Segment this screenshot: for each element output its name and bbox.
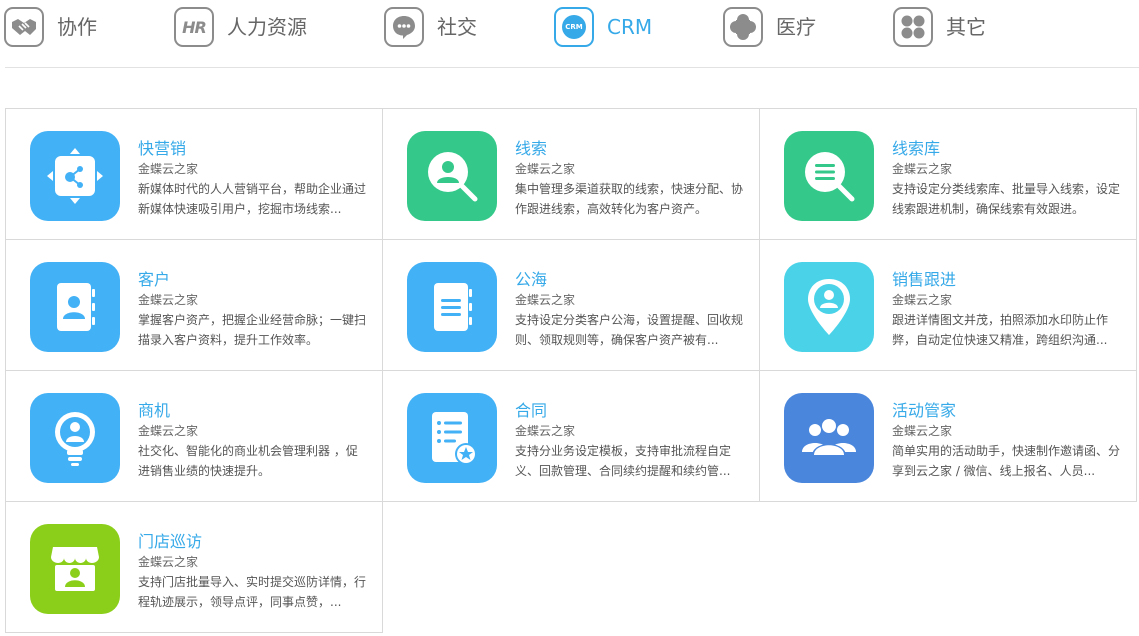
app-description: 支持分业务设定模板，支持审批流程自定义、回款管理、合同续约提醒和续约管... [515,444,732,478]
crm-icon-text: CRM [562,15,586,39]
tab-label: 其它 [946,15,986,39]
app-card-contracts[interactable]: 合同 金蝶云之家 支持分业务设定模板，支持审批流程自定义、回款管理、合同续约提醒… [382,370,760,502]
app-card-quick-marketing[interactable]: 快营销 金蝶云之家 新媒体时代的人人营销平台，帮助企业通过新媒体快速吸引用户，挖… [5,108,383,240]
contract-star-icon [407,393,497,483]
share-nodes-icon [30,131,120,221]
crm-icon: CRM [554,7,594,47]
app-name: 合同 [515,401,548,420]
app-description: 掌握客户资产，把握企业经营命脉；一键扫描录入客户资料，提升工作效率。 [138,313,366,347]
app-name: 销售跟进 [892,270,957,289]
four-dots-icon [893,7,933,47]
contact-book-icon [30,262,120,352]
hr-icon: HR [174,7,214,47]
app-card-lead-pool[interactable]: 线索库 金蝶云之家 支持设定分类线索库、批量导入线索，设定线索跟进机制，确保线索… [759,108,1137,240]
handshake-icon [4,7,44,47]
category-tabs: 协作 HR 人力资源 社交 CRM CRM 医疗 其它 [0,0,1139,68]
app-description: 简单实用的活动助手，快速制作邀请函、分享到云之家 / 微信、线上报名、人员... [892,444,1120,478]
app-description: 社交化、智能化的商业机会管理利器 ，促进销售业绩的快速提升。 [138,444,358,478]
search-person-icon [407,131,497,221]
app-card-event-manager[interactable]: 活动管家 金蝶云之家 简单实用的活动助手，快速制作邀请函、分享到云之家 / 微信… [759,370,1137,502]
tab-other[interactable]: 其它 [893,7,986,47]
app-description: 新媒体时代的人人营销平台，帮助企业通过新媒体快速吸引用户，挖掘市场线索... [138,182,366,216]
tab-label: 人力资源 [227,15,307,39]
app-vendor: 金蝶云之家 [892,424,953,438]
app-card-public-pool[interactable]: 公海 金蝶云之家 支持设定分类客户公海，设置提醒、回收规则、领取规则等，确保客户… [382,239,760,371]
app-name: 客户 [138,270,171,289]
app-name: 活动管家 [892,401,957,420]
app-vendor: 金蝶云之家 [138,162,199,176]
app-vendor: 金蝶云之家 [892,162,953,176]
app-description: 跟进详情图文并茂，拍照添加水印防止作弊，自动定位快速又精准，跨组织沟通... [892,313,1109,347]
medical-cross-icon [723,7,763,47]
tab-collaboration[interactable]: 协作 [4,7,97,47]
app-description: 支持设定分类线索库、批量导入线索，设定线索跟进机制，确保线索有效跟进。 [892,182,1120,216]
notebook-icon [407,262,497,352]
app-card-leads[interactable]: 线索 金蝶云之家 集中管理多渠道获取的线索，快速分配、协作跟进线索，高效转化为客… [382,108,760,240]
app-vendor: 金蝶云之家 [892,293,953,307]
app-vendor: 金蝶云之家 [138,555,199,569]
location-person-icon [784,262,874,352]
tab-label: CRM [607,15,653,39]
app-vendor: 金蝶云之家 [515,424,576,438]
app-name: 商机 [138,401,171,420]
tab-crm[interactable]: CRM CRM [554,7,652,47]
app-vendor: 金蝶云之家 [138,293,199,307]
store-person-icon [30,524,120,614]
lightbulb-person-icon [30,393,120,483]
tab-label: 社交 [437,15,477,39]
chat-bubble-icon [384,7,424,47]
search-list-icon [784,131,874,221]
tabs-divider [5,67,1139,68]
app-description: 支持门店批量导入、实时提交巡防详情，行程轨迹展示，领导点评，同事点赞，... [138,575,366,609]
app-name: 线索库 [892,139,941,158]
app-card-opportunities[interactable]: 商机 金蝶云之家 社交化、智能化的商业机会管理利器 ，促进销售业绩的快速提升。 [5,370,383,502]
app-vendor: 金蝶云之家 [515,162,576,176]
app-description: 集中管理多渠道获取的线索，快速分配、协作跟进线索，高效转化为客户资产。 [515,182,743,216]
app-vendor: 金蝶云之家 [138,424,199,438]
app-card-customers[interactable]: 客户 金蝶云之家 掌握客户资产，把握企业经营命脉；一键扫描录入客户资料，提升工作… [5,239,383,371]
app-vendor: 金蝶云之家 [515,293,576,307]
app-description: 支持设定分类客户公海，设置提醒、回收规则、领取规则等，确保客户资产被有... [515,313,743,347]
group-people-icon [784,393,874,483]
hr-icon-text: HR [182,17,207,37]
app-grid: 快营销 金蝶云之家 新媒体时代的人人营销平台，帮助企业通过新媒体快速吸引用户，挖… [5,108,1137,633]
tab-hr[interactable]: HR 人力资源 [174,7,307,47]
app-card-sales-followup[interactable]: 销售跟进 金蝶云之家 跟进详情图文并茂，拍照添加水印防止作弊，自动定位快速又精准… [759,239,1137,371]
tab-label: 医疗 [776,15,816,39]
tab-label: 协作 [57,15,97,39]
app-name: 快营销 [138,139,187,158]
tab-medical[interactable]: 医疗 [723,7,816,47]
app-name: 公海 [515,270,548,289]
app-name: 门店巡访 [138,532,203,551]
app-card-store-visit[interactable]: 门店巡访 金蝶云之家 支持门店批量导入、实时提交巡防详情，行程轨迹展示，领导点评… [5,501,383,633]
tab-social[interactable]: 社交 [384,7,477,47]
app-name: 线索 [515,139,548,158]
